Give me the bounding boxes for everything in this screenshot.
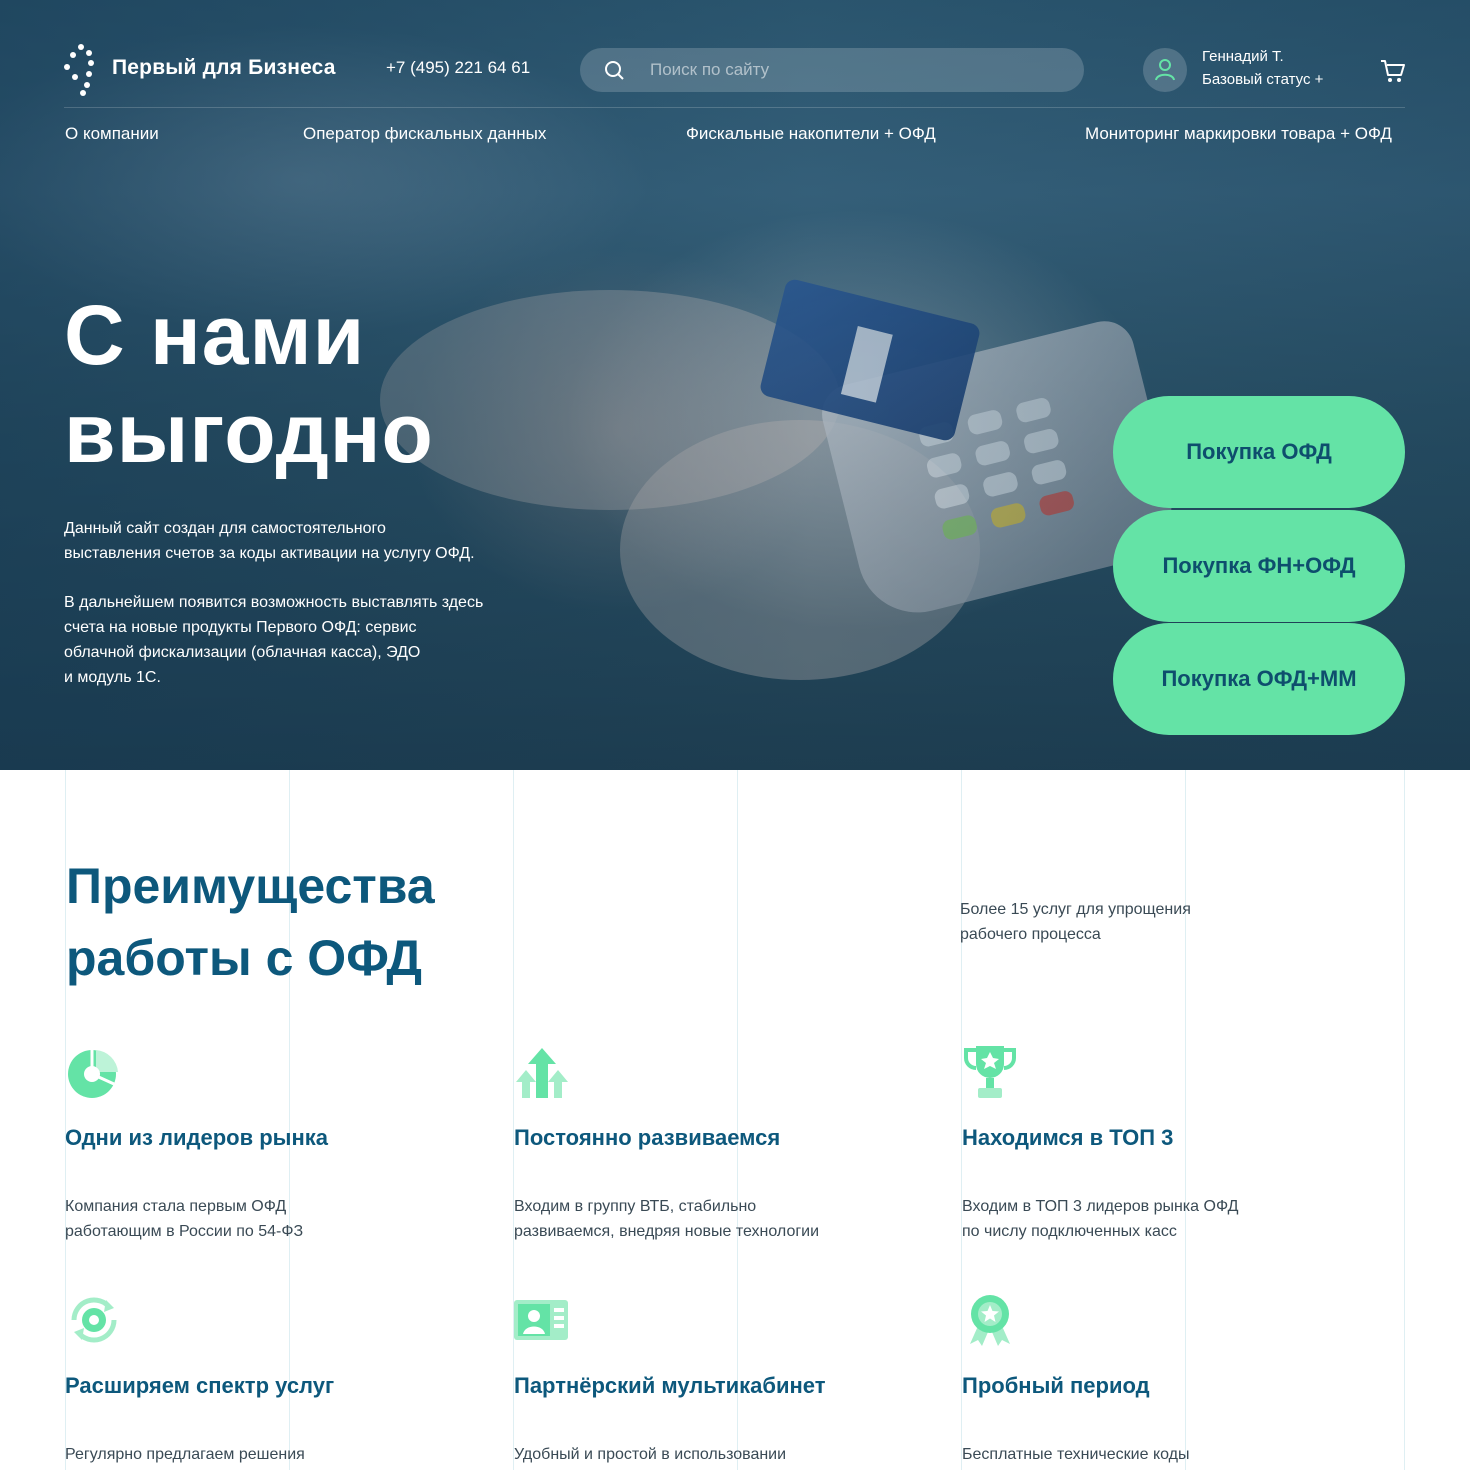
grid-line bbox=[1404, 770, 1405, 1470]
feature-text: Входим в группу ВТБ, стабильно развиваем… bbox=[514, 1194, 844, 1244]
feature-title: Постоянно развиваемся bbox=[514, 1125, 781, 1150]
nav-item-fiscal-storage[interactable]: Фискальные накопители + ОФД bbox=[686, 124, 936, 144]
feature-text-line: Компания стала первым ОФД bbox=[65, 1198, 287, 1215]
badge-star-icon bbox=[970, 1295, 1010, 1346]
feature-text: Входим в ТОП 3 лидеров рынка ОФД по числ… bbox=[962, 1194, 1292, 1244]
nav-item-about[interactable]: О компании bbox=[65, 124, 159, 144]
hero-description-line: счета на новые продукты Первого ОФД: сер… bbox=[64, 619, 417, 636]
feature-text-line: Удобный и простой в использовании bbox=[514, 1446, 787, 1463]
feature-title: Находимся в ТОП 3 bbox=[962, 1125, 1174, 1150]
grid-line bbox=[1185, 770, 1186, 1470]
advantages-title-line2: работы с ОФД bbox=[66, 930, 422, 986]
feature-text: Удобный и простой в использовании bbox=[514, 1442, 844, 1467]
hero-title: С нами выгодно bbox=[64, 286, 434, 482]
user-avatar[interactable] bbox=[1143, 48, 1187, 92]
search-bar[interactable] bbox=[580, 48, 1084, 92]
hero-description-line: В дальнейшем появится возможность выстав… bbox=[64, 594, 484, 611]
feature-text: Бесплатные технические коды bbox=[962, 1442, 1292, 1467]
phone-number[interactable]: +7 (495) 221 64 61 bbox=[386, 58, 530, 78]
nav-item-ofd-operator[interactable]: Оператор фискальных данных bbox=[303, 124, 546, 144]
hero-description-line: и модуль 1С. bbox=[64, 669, 161, 686]
hero-description-line: Данный сайт создан для самостоятельного bbox=[64, 520, 386, 537]
feature-text-line: Бесплатные технические коды bbox=[962, 1446, 1190, 1463]
advantages-aside-line: рабочего процесса bbox=[960, 926, 1101, 943]
feature-text-line: по числу подключенных касс bbox=[962, 1223, 1177, 1240]
trophy-icon bbox=[964, 1046, 1016, 1098]
id-card-icon bbox=[514, 1300, 568, 1340]
search-input[interactable] bbox=[650, 56, 1050, 84]
advantages-aside: Более 15 услуг для упрощения рабочего пр… bbox=[960, 897, 1220, 947]
advantages-title-line1: Преимущества bbox=[66, 858, 435, 914]
nav-item-marking-monitoring[interactable]: Мониторинг маркировки товара + ОФД bbox=[1085, 124, 1392, 144]
feature-title: Партнёрский мультикабинет bbox=[514, 1373, 826, 1398]
header-divider bbox=[64, 107, 1405, 108]
grid-line bbox=[513, 770, 514, 1470]
buy-fn-ofd-button[interactable]: Покупка ФН+ОФД bbox=[1113, 510, 1405, 622]
hero-title-line1: С нами bbox=[64, 288, 366, 382]
advantages-aside-line: Более 15 услуг для упрощения bbox=[960, 901, 1191, 918]
buy-ofd-mm-button[interactable]: Покупка ОФД+ММ bbox=[1113, 623, 1405, 735]
arrows-up-icon bbox=[516, 1048, 568, 1098]
hero-description-line: выставления счетов за коды активации на … bbox=[64, 545, 475, 562]
logo-icon[interactable] bbox=[64, 44, 98, 96]
feature-title: Пробный период bbox=[962, 1373, 1150, 1398]
cart-icon[interactable] bbox=[1380, 58, 1406, 84]
brand-name[interactable]: Первый для Бизнеса bbox=[112, 56, 336, 80]
advantages-title: Преимущества работы с ОФД bbox=[66, 850, 435, 994]
hero-description-future: В дальнейшем появится возможность выстав… bbox=[64, 590, 534, 690]
hero-section: Первый для Бизнеса +7 (495) 221 64 61 Ге… bbox=[0, 0, 1470, 770]
hero-title-line2: выгодно bbox=[64, 386, 434, 480]
feature-text: Регулярно предлагаем решения bbox=[65, 1442, 395, 1467]
feature-text-line: Входим в группу ВТБ, стабильно bbox=[514, 1198, 757, 1215]
feature-title: Расширяем спектр услуг bbox=[65, 1373, 335, 1398]
grid-line bbox=[737, 770, 738, 1470]
user-icon bbox=[1155, 59, 1175, 81]
buy-ofd-button[interactable]: Покупка ОФД bbox=[1113, 396, 1405, 508]
feature-text-line: работающим в России по 54-ФЗ bbox=[65, 1223, 304, 1240]
feature-title: Одни из лидеров рынка bbox=[65, 1125, 329, 1150]
pie-chart-icon bbox=[68, 1050, 118, 1098]
feature-text-line: развиваемся, внедряя новые технологии bbox=[514, 1223, 820, 1240]
user-status[interactable]: Базовый статус + bbox=[1202, 71, 1323, 88]
grid-line bbox=[961, 770, 962, 1470]
search-icon[interactable] bbox=[604, 60, 624, 80]
feature-text: Компания стала первым ОФД работающим в Р… bbox=[65, 1194, 395, 1244]
hero-description-line: облачной фискализации (облачная касса), … bbox=[64, 644, 421, 661]
gear-refresh-icon bbox=[71, 1297, 117, 1343]
hero-description: Данный сайт создан для самостоятельного … bbox=[64, 516, 534, 566]
user-name[interactable]: Геннадий Т. bbox=[1202, 48, 1284, 65]
feature-text-line: Регулярно предлагаем решения bbox=[65, 1446, 305, 1463]
feature-text-line: Входим в ТОП 3 лидеров рынка ОФД bbox=[962, 1198, 1239, 1215]
